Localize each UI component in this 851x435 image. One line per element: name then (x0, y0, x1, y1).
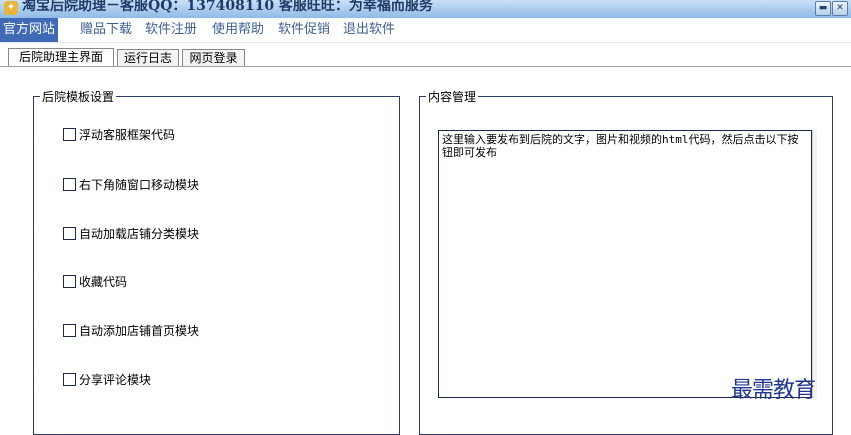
tab-web-login[interactable]: 网页登录 (182, 49, 245, 66)
content-management-legend: 内容管理 (428, 90, 477, 104)
tab-run-log[interactable]: 运行日志 (117, 49, 179, 66)
checkbox[interactable] (63, 324, 76, 337)
menu-item-help[interactable]: 使用帮助 (212, 18, 264, 42)
checkbox[interactable] (63, 128, 76, 141)
option-auto-load-category[interactable]: 自动加载店铺分类模块 (63, 226, 199, 242)
checkbox[interactable] (63, 373, 76, 386)
textarea-scrollbar[interactable] (812, 130, 817, 398)
option-label: 分享评论模块 (79, 373, 152, 387)
option-favorite-code[interactable]: 收藏代码 (63, 274, 127, 290)
app-icon: ✦ (4, 1, 18, 15)
tab-main[interactable]: 后院助理主界面 (8, 48, 114, 66)
watermark: 最需教育 (731, 378, 816, 403)
option-label: 右下角随窗口移动模块 (79, 178, 200, 192)
checkbox[interactable] (63, 227, 76, 240)
option-label: 自动加载店铺分类模块 (79, 227, 200, 241)
minimize-button[interactable]: ▬ (815, 1, 831, 16)
window-title: 淘宝后院助理－客服QQ：137408110 客服旺旺：为幸福而服务 (22, 0, 433, 14)
menu-item-gift-download[interactable]: 赠品下载 (80, 18, 132, 42)
menu-item-official-site[interactable]: 官方网站 (0, 18, 59, 42)
option-label: 自动添加店铺首页模块 (79, 324, 200, 338)
menu-bar: 官方网站 赠品下载 软件注册 使用帮助 软件促销 退出软件 (0, 18, 851, 43)
checkbox[interactable] (63, 178, 76, 191)
option-label: 收藏代码 (79, 275, 128, 289)
title-bar[interactable]: ✦ 淘宝后院助理－客服QQ：137408110 客服旺旺：为幸福而服务 ▬ ✕ (0, 0, 851, 18)
content-textarea[interactable]: 这里输入要发布到后院的文字，图片和视频的html代码，然后点击以下按钮即可发布 (438, 130, 812, 398)
option-share-review[interactable]: 分享评论模块 (63, 372, 151, 388)
template-settings-legend: 后院模板设置 (42, 90, 115, 104)
option-bottom-right-follow[interactable]: 右下角随窗口移动模块 (63, 177, 199, 193)
menu-item-register[interactable]: 软件注册 (145, 18, 197, 42)
close-button[interactable]: ✕ (832, 1, 848, 16)
option-floating-service-frame[interactable]: 浮动客服框架代码 (63, 127, 175, 143)
option-auto-add-homepage[interactable]: 自动添加店铺首页模块 (63, 323, 199, 339)
checkbox[interactable] (63, 275, 76, 288)
menu-item-exit[interactable]: 退出软件 (343, 18, 395, 42)
tab-strip: 后院助理主界面 运行日志 网页登录 (0, 48, 851, 67)
menu-item-promotion[interactable]: 软件促销 (278, 18, 330, 42)
option-label: 浮动客服框架代码 (79, 128, 176, 142)
